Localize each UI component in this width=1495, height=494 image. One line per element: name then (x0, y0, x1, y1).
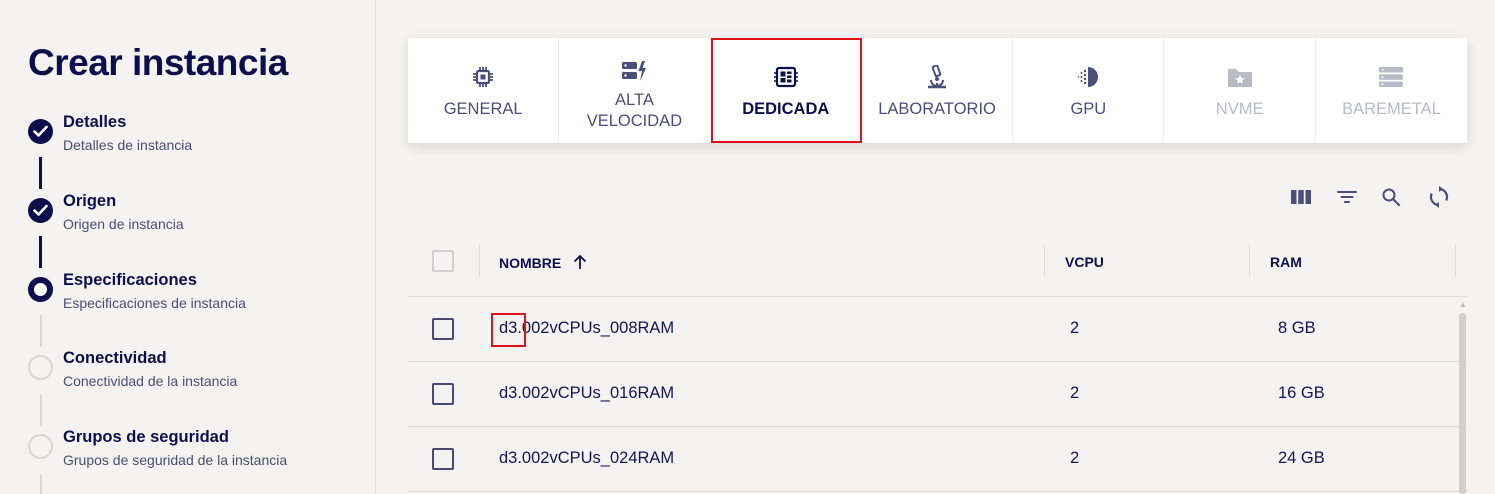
table-row[interactable]: d3.002vCPUs_008RAM 2 8 GB (408, 297, 1467, 362)
server-bolt-icon (621, 58, 647, 84)
tab-baremetal[interactable]: BAREMETAL (1316, 38, 1467, 143)
tab-label: GPU (1070, 100, 1107, 118)
flavor-vcpu: 2 (1070, 319, 1080, 337)
row-checkbox[interactable] (432, 318, 454, 340)
step-subtitle: Conectividad de la instancia (63, 373, 238, 389)
step-subtitle: Detalles de instancia (63, 137, 193, 153)
step-subtitle: Origen de instancia (63, 216, 184, 232)
search-icon[interactable] (1377, 183, 1405, 211)
column-header-name[interactable]: NOMBRE (499, 254, 587, 271)
pending-step-icon (28, 355, 53, 380)
vertical-scrollbar[interactable] (1459, 313, 1466, 494)
tab-laboratorio[interactable]: LABORATORIO (862, 38, 1014, 143)
flavor-ram: 24 GB (1278, 449, 1325, 467)
step-subtitle: Grupos de seguridad de la instancia (63, 452, 288, 468)
column-divider (479, 245, 480, 277)
step-especificaciones[interactable]: Especificaciones Especificaciones de ins… (26, 271, 366, 321)
column-divider (1249, 245, 1250, 277)
step-conectividad[interactable]: Conectividad Conectividad de la instanci… (26, 349, 366, 399)
step-detalles[interactable]: Detalles Detalles de instancia (26, 113, 366, 163)
sort-ascending-icon (573, 254, 587, 269)
check-icon (28, 198, 53, 223)
table-row[interactable]: d3.002vCPUs_024RAM 2 24 GB (408, 427, 1467, 492)
column-header-label: NOMBRE (499, 255, 562, 271)
flavor-vcpu: 2 (1070, 384, 1080, 402)
tab-label: DEDICADA (742, 100, 830, 118)
tab-dedicada[interactable]: DEDICADA (710, 38, 862, 143)
flavor-ram: 8 GB (1278, 319, 1316, 337)
tab-label: NVME (1215, 100, 1264, 118)
flavors-table: NOMBRE VCPU RAM d3.002vCPUs_008RAM 2 8 G… (408, 227, 1467, 492)
folder-star-icon (1227, 64, 1253, 90)
tab-label: ALTA VELOCIDAD (586, 91, 683, 130)
row-checkbox[interactable] (432, 383, 454, 405)
step-connector (39, 236, 42, 268)
annotation-highlight-box (491, 313, 526, 347)
column-header-ram[interactable]: RAM (1270, 254, 1302, 270)
flavor-name: d3.002vCPUs_024RAM (499, 449, 675, 467)
step-connector (39, 157, 42, 189)
step-grupos-seguridad[interactable]: Grupos de seguridad Grupos de seguridad … (26, 428, 366, 478)
row-checkbox[interactable] (432, 448, 454, 470)
step-title: Detalles (63, 113, 127, 131)
page-title: Crear instancia (28, 42, 288, 83)
gpu-icon (1076, 64, 1100, 90)
flavor-type-tabs: GENERAL ALTA VELOCIDAD DEDICADA LABORATO… (408, 38, 1467, 143)
create-instance-sidebar: Crear instancia Detalles Detalles de ins… (0, 0, 376, 494)
server-stack-icon (1378, 64, 1404, 90)
pending-step-icon (28, 434, 53, 459)
active-step-icon (28, 277, 53, 302)
refresh-icon[interactable] (1425, 183, 1453, 211)
step-connector (40, 394, 42, 426)
tab-general[interactable]: GENERAL (408, 38, 560, 143)
step-title: Grupos de seguridad (63, 428, 229, 446)
tab-nvme[interactable]: NVME (1164, 38, 1316, 143)
table-header: NOMBRE VCPU RAM (408, 227, 1467, 297)
column-divider (1044, 245, 1045, 277)
select-all-checkbox[interactable] (432, 250, 454, 272)
columns-icon[interactable] (1287, 183, 1315, 211)
step-connector (40, 474, 42, 494)
flavor-name: d3.002vCPUs_016RAM (499, 384, 675, 402)
step-title: Especificaciones (63, 271, 197, 289)
tab-label: GENERAL (443, 100, 523, 118)
step-title: Conectividad (63, 349, 167, 367)
dedicated-chip-icon (773, 64, 798, 90)
tab-label: BAREMETAL (1342, 100, 1441, 118)
filter-icon[interactable] (1333, 183, 1361, 211)
tab-label: LABORATORIO (878, 100, 996, 118)
flavor-vcpu: 2 (1070, 449, 1080, 467)
column-header-vcpu[interactable]: VCPU (1065, 254, 1104, 270)
step-connector (40, 315, 42, 347)
microscope-icon (926, 64, 948, 90)
tab-alta-velocidad[interactable]: ALTA VELOCIDAD (559, 38, 711, 143)
chip-icon (472, 64, 494, 90)
table-row[interactable]: d3.002vCPUs_016RAM 2 16 GB (408, 362, 1467, 427)
scroll-up-arrow[interactable]: ▲ (1459, 300, 1467, 309)
check-icon (28, 119, 53, 144)
step-title: Origen (63, 192, 117, 210)
flavor-ram: 16 GB (1278, 384, 1325, 402)
step-origen[interactable]: Origen Origen de instancia (26, 192, 366, 242)
column-divider (1455, 245, 1456, 277)
tab-gpu[interactable]: GPU (1013, 38, 1165, 143)
step-subtitle: Especificaciones de instancia (63, 295, 246, 311)
